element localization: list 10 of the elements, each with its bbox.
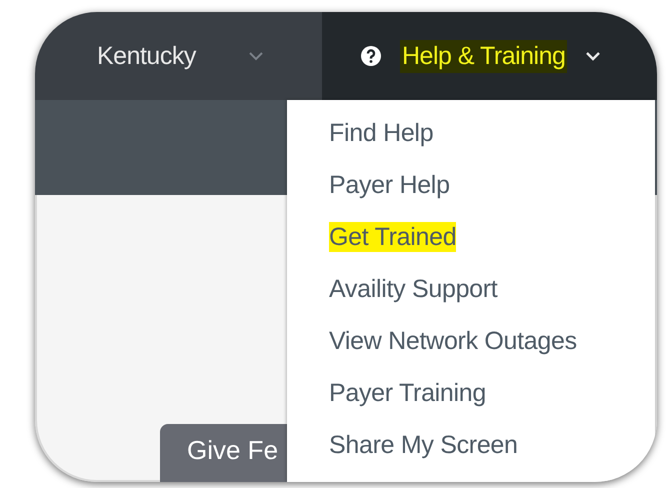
menu-item[interactable]: Find Help: [329, 118, 434, 148]
menu-item[interactable]: Availity Support: [329, 274, 498, 304]
chevron-down-icon: [248, 51, 264, 61]
help-icon: [360, 45, 382, 67]
help-training-menu[interactable]: Help & Training: [400, 40, 568, 72]
state-menu[interactable]: Kentucky: [97, 42, 196, 70]
menu-item[interactable]: Get Trained: [329, 222, 456, 252]
menu-item[interactable]: View Network Outages: [329, 326, 577, 356]
menu-item[interactable]: Payer Help: [329, 170, 450, 200]
menu-item[interactable]: Payer Training: [329, 378, 486, 408]
